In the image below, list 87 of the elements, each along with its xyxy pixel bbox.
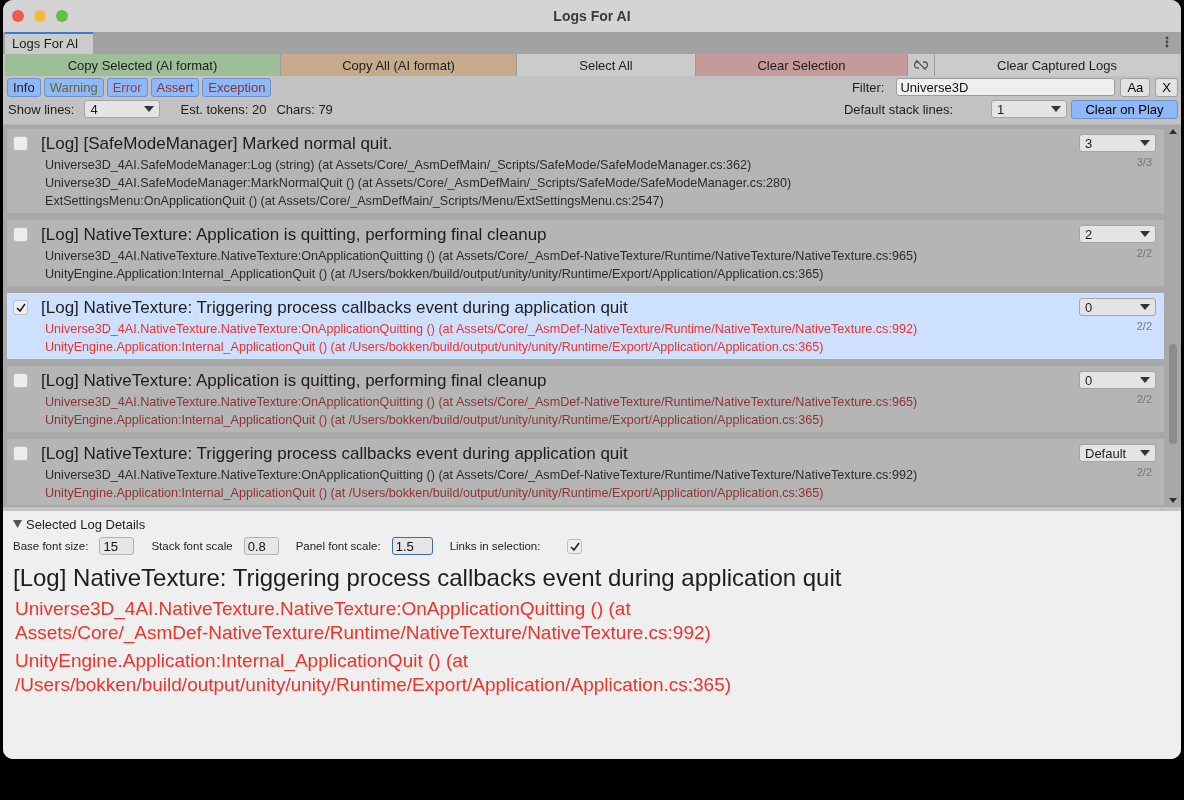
toolbar-button[interactable]: Copy All (AI format) [281,54,517,76]
stat-text: Chars: 79 [276,101,333,117]
show-lines-label: Show lines: [8,101,75,117]
log-message: [Log] [SafeModeManager] Marked normal quit. [41,133,394,155]
field-label: Panel font scale: [295,540,381,552]
filter-field[interactable]: Universe3D [896,78,1116,96]
stack-trace-line: Universe3D_4AI.NativeTexture.NativeTexture:OnApplicationQuitting () (at Assets/Core/_AsmDef-NativeTexture/Runtime/NativeTexture/NativeTexture.cs:992) [44,467,919,484]
caret-icon [1140,304,1150,310]
log-entry[interactable] [7,366,1164,432]
log-message: [Log] NativeTexture: Triggering process callbacks event during application quit [13,563,843,593]
stack-trace-line: Universe3D_4AI.NativeTexture.NativeTexture:OnApplicationQuitting () (at Assets/Core/_AsmDef-NativeTexture/Runtime/NativeTexture/NativeTexture.cs:965) [44,394,919,411]
checkbox[interactable] [13,373,28,388]
minimize-button[interactable] [34,10,46,22]
line-count: 2/2 [1135,393,1153,405]
input-field[interactable]: 15 [99,537,135,555]
dropdown[interactable]: 1 [991,100,1067,118]
field-label: Stack font scale [151,540,233,552]
checkbox[interactable] [13,227,28,242]
stack-trace-line: Universe3D_4AI.NativeTexture.NativeTexture:OnApplicationQuitting () (at Assets/Core/_AsmDef-NativeTexture/Runtime/NativeTexture/NativeTexture.cs:992) [14,597,712,645]
toolbar-button[interactable]: Copy Selected (AI format) [5,54,281,76]
log-entry[interactable] [7,129,1164,213]
line-count: 2/2 [1135,247,1153,259]
stack-trace-line: UnityEngine.Application:Internal_ApplicationQuit () (at /Users/bokken/build/output/unity/unity/Runtime/Export/Application/Application.cs:365) [44,485,825,502]
stack-trace-line: Universe3D_4AI.NativeTexture.NativeTexture:OnApplicationQuitting () (at Assets/Core/_AsmDef-NativeTexture/Runtime/NativeTexture/NativeTexture.cs:965) [44,248,919,265]
log-message: [Log] NativeTexture: Application is quitting, performing final cleanup [41,370,548,392]
caret-icon [1140,377,1150,383]
caret-icon [144,106,155,112]
stack-trace-line: ExtSettingsMenu:OnApplicationQuit () (at Assets/Core/_AsmDefMain/_Scripts/Menu/ExtSettingsMenu.cs:2547) [44,193,665,210]
stack-trace-line: Universe3D_4AI.NativeTexture.NativeTexture:OnApplicationQuitting () (at Assets/Core/_AsmDef-NativeTexture/Runtime/NativeTexture/NativeTexture.cs:992) [44,321,919,338]
line-count: 2/2 [1135,320,1153,332]
stack-trace-line: UnityEngine.Application:Internal_ApplicationQuit () (at /Users/bokken/build/output/unity/unity/Runtime/Export/Application/Application.cs:365) [14,649,733,697]
log-message: [Log] NativeTexture: Triggering process callbacks event during application quit [41,297,629,319]
line-count: 2/2 [1135,466,1153,478]
scrollbar-thumb[interactable] [1169,344,1177,444]
log-entry[interactable] [7,439,1164,505]
section-title[interactable]: Selected Log Details [26,516,146,532]
close-button[interactable] [12,10,24,22]
stack-trace-line: Universe3D_4AI.SafeModeManager:MarkNormalQuit () (at Assets/Core/_AsmDefMain/_Scripts/SafeMode/SafeModeManager.cs:280) [44,175,793,192]
toolbar-button[interactable]: Clear Captured Logs [935,54,1179,76]
filter-toggle[interactable]: Assert [150,77,200,97]
check-icon [15,303,26,312]
checkbox[interactable] [13,300,28,315]
zoom-button[interactable] [56,10,68,22]
tab[interactable]: Logs For AI [5,32,93,54]
caret-icon [1140,450,1150,456]
stack-trace-line: UnityEngine.Application:Internal_ApplicationQuit () (at /Users/bokken/build/output/unity/unity/Runtime/Export/Application/Application.cs:365) [44,412,825,429]
more-options-icon [1165,36,1169,48]
checkbox[interactable] [567,538,583,554]
unlink-button[interactable] [908,54,935,76]
log-entry[interactable] [7,220,1164,286]
field-label: Base font size: [13,540,89,552]
scroll-down-icon [1169,498,1177,503]
checkbox[interactable] [13,136,28,151]
stack-trace-line: UnityEngine.Application:Internal_ApplicationQuit () (at /Users/bokken/build/output/unity/unity/Runtime/Export/Application/Application.cs:365) [44,266,825,283]
stat-text: Est. tokens: 20 [180,101,267,117]
input-field[interactable]: 0.8 [243,537,279,555]
clear-on-play-toggle[interactable]: Clear on Play [1071,99,1178,119]
filter-toggle[interactable]: Info [7,77,41,97]
stack-trace-line: Universe3D_4AI.SafeModeManager:Log (string) (at Assets/Core/_AsmDefMain/_Scripts/SafeMode/SafeModeManager.cs:362) [44,157,753,174]
caret-icon [1140,140,1150,146]
log-entry[interactable] [7,293,1164,359]
caret-icon [1140,231,1150,237]
log-message: [Log] NativeTexture: Application is quitting, performing final cleanup [41,224,548,246]
filter-toggle[interactable]: Exception [202,77,272,97]
filter-label: Filter: [851,79,885,95]
toolbar-button[interactable]: Select All [517,54,696,76]
dropdown[interactable]: 3 [1079,134,1156,152]
clear-filter-button[interactable]: X [1155,77,1178,97]
field-label: Links in selection: [449,540,541,552]
toolbar-button[interactable]: Clear Selection [696,54,908,76]
window-title: Logs For AI [553,8,631,24]
line-count: 3/3 [1135,156,1153,168]
match-case-button[interactable]: Aa [1120,77,1151,97]
dropdown[interactable]: 2 [1079,225,1156,243]
broken-link-icon [914,60,928,70]
dropdown[interactable]: Default [1079,444,1156,462]
dropdown[interactable]: 4 [84,100,161,118]
stack-trace-line: UnityEngine.Application:Internal_ApplicationQuit () (at /Users/bokken/build/output/unity/unity/Runtime/Export/Application/Application.cs:365) [44,339,825,356]
caret-icon [1051,106,1061,112]
checkbox[interactable] [13,446,28,461]
check-icon [569,541,580,551]
log-message: [Log] NativeTexture: Triggering process callbacks event during application quit [41,443,629,465]
scroll-up-icon [1169,129,1177,134]
dropdown[interactable]: 0 [1079,371,1156,389]
default-stack-lines-label: Default stack lines: [843,101,953,117]
input-field[interactable]: 1.5 [391,537,433,555]
dropdown[interactable]: 0 [1079,298,1156,316]
